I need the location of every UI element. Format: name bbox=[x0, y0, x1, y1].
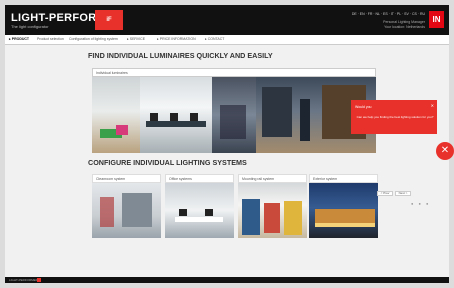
desk-shape bbox=[175, 217, 223, 222]
shelf-shape bbox=[242, 199, 260, 235]
nav-item-service[interactable]: ▸ SERVICE bbox=[127, 37, 145, 41]
popup-message: Can we help you finding the best lightin… bbox=[356, 115, 434, 119]
pager-previous-button[interactable]: < Prev bbox=[377, 191, 393, 196]
language-selector[interactable]: DE · EN · FR · NL · ES · IT · PL · SV · … bbox=[352, 12, 425, 16]
equipment-shape bbox=[122, 193, 152, 227]
card-mounting-rail-system[interactable]: Mounting rail system bbox=[238, 174, 307, 238]
hero-image-collage[interactable] bbox=[92, 77, 376, 153]
browser-frame: LIGHT-PERFORMER The light configurator i… bbox=[5, 5, 449, 283]
monitor-shape bbox=[190, 113, 198, 121]
card-image bbox=[92, 183, 161, 238]
card-label: Mounting rail system bbox=[238, 174, 307, 183]
card-label: Exterior system bbox=[309, 174, 378, 183]
card-label: Cleanroom system bbox=[92, 174, 161, 183]
furniture-shape bbox=[116, 125, 128, 135]
card-label: Office systems bbox=[165, 174, 234, 183]
nav-item-product[interactable]: ▸ PRODUCT bbox=[9, 37, 29, 41]
card-office-systems[interactable]: Office systems bbox=[165, 174, 234, 238]
pager-next-button[interactable]: Next > bbox=[395, 191, 411, 196]
person-shape bbox=[300, 99, 310, 141]
nav-item-price-information[interactable]: ▸ PRICE INFORMATION bbox=[157, 37, 196, 41]
footer-bar: LIGHT-PERFORMER bbox=[5, 277, 449, 283]
card-cleanroom-system[interactable]: Cleanroom system bbox=[92, 174, 161, 238]
card-image bbox=[238, 183, 307, 238]
hero-panel-meeting bbox=[212, 77, 256, 153]
shelf-shape bbox=[264, 203, 280, 233]
shelf-shape bbox=[262, 87, 292, 137]
flag-icon bbox=[37, 278, 41, 282]
nav-item-contact[interactable]: ▸ CONTACT bbox=[205, 37, 224, 41]
carousel-dots[interactable]: ● ● ● bbox=[411, 201, 430, 206]
chat-popup[interactable]: Would you ✕ Can we help you finding the … bbox=[351, 100, 437, 134]
card-image bbox=[165, 183, 234, 238]
footer-label: LIGHT-PERFORMER bbox=[9, 278, 38, 282]
header-bar: LIGHT-PERFORMER The light configurator i… bbox=[5, 5, 449, 35]
popup-title: Would you bbox=[355, 105, 372, 109]
hero-panel-office bbox=[140, 77, 212, 153]
close-chat-fab[interactable]: ✕ bbox=[436, 142, 454, 160]
account-line-1: Personal Lighting Manager bbox=[383, 20, 425, 24]
monitor-shape bbox=[170, 113, 178, 121]
monitor-shape bbox=[179, 209, 187, 216]
luminaire-search-field[interactable]: Individual luminaires bbox=[92, 68, 376, 77]
desk-shape bbox=[146, 121, 206, 127]
nav-item-product-selection[interactable]: Product selection bbox=[37, 37, 64, 41]
company-logo[interactable]: IN bbox=[429, 11, 444, 28]
monitor-shape bbox=[150, 113, 158, 121]
card-exterior-system[interactable]: Exterior system bbox=[309, 174, 378, 238]
account-line-2: Your location: Netherlands bbox=[384, 24, 425, 29]
account-info[interactable]: Personal Lighting Manager Your location:… bbox=[383, 20, 425, 29]
close-icon[interactable]: ✕ bbox=[431, 103, 434, 108]
light-shape bbox=[315, 223, 375, 227]
card-image bbox=[309, 183, 378, 238]
if-design-award-logo: iF bbox=[95, 10, 123, 30]
heading-find-luminaires: FIND INDIVIDUAL LUMINAIRES QUICKLY AND E… bbox=[88, 51, 273, 60]
glass-shape bbox=[220, 105, 246, 139]
building-shape bbox=[315, 209, 375, 223]
main-navigation: ▸ PRODUCT Product selection Configuratio… bbox=[5, 35, 449, 45]
hero-panel-lobby bbox=[92, 77, 140, 153]
heading-configure-systems: CONFIGURE INDIVIDUAL LIGHTING SYSTEMS bbox=[88, 158, 247, 167]
monitor-shape bbox=[205, 209, 213, 216]
nav-item-configuration[interactable]: Configuration of lighting system bbox=[69, 37, 118, 41]
shelf-shape bbox=[284, 201, 302, 235]
brand-tagline: The light configurator bbox=[11, 24, 49, 29]
equipment-shape bbox=[100, 197, 114, 227]
